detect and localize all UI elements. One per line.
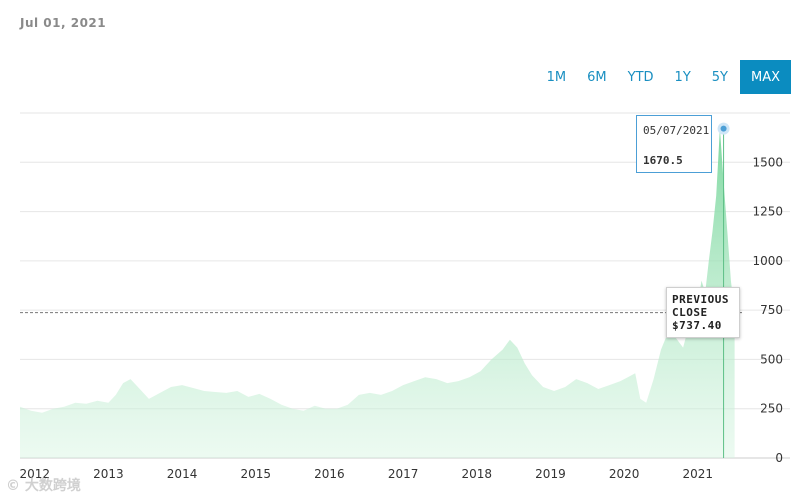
- y-tick-0: 0: [775, 451, 783, 465]
- previous-close-value: $737.40: [672, 319, 722, 332]
- x-tick-2017: 2017: [388, 467, 419, 481]
- tooltip-value: 1670.5: [643, 154, 683, 167]
- x-tick-2021: 2021: [683, 467, 714, 481]
- price-area-chart[interactable]: 0250500750100012501500 2012 2013 2014 2015 2…: [0, 0, 800, 500]
- previous-close-line1: PREVIOUS: [672, 293, 729, 306]
- hover-tooltip: 05/07/2021 1670.5: [636, 115, 712, 173]
- x-tick-2016: 2016: [314, 467, 345, 481]
- price-area: [20, 128, 735, 458]
- x-tick-2020: 2020: [609, 467, 640, 481]
- x-tick-2013: 2013: [93, 467, 124, 481]
- y-tick-500: 500: [760, 352, 783, 366]
- watermark: © 大数跨境: [6, 478, 81, 494]
- hover-point: [720, 125, 727, 132]
- y-tick-1000: 1000: [752, 254, 783, 268]
- tooltip-date: 05/07/2021: [643, 124, 710, 137]
- x-tick-2015: 2015: [240, 467, 271, 481]
- x-axis-ticks: 2012 2013 2014 2015 2016 2017 2018 2019 2020 2021: [19, 467, 713, 481]
- x-tick-2014: 2014: [167, 467, 198, 481]
- y-tick-750: 750: [760, 303, 783, 317]
- x-tick-2019: 2019: [535, 467, 566, 481]
- previous-close-label: PREVIOUS CLOSE $737.40: [666, 287, 740, 338]
- x-tick-2018: 2018: [462, 467, 493, 481]
- y-tick-1250: 1250: [752, 205, 783, 219]
- y-tick-1500: 1500: [752, 155, 783, 169]
- previous-close-line2: CLOSE: [672, 306, 708, 319]
- y-tick-250: 250: [760, 402, 783, 416]
